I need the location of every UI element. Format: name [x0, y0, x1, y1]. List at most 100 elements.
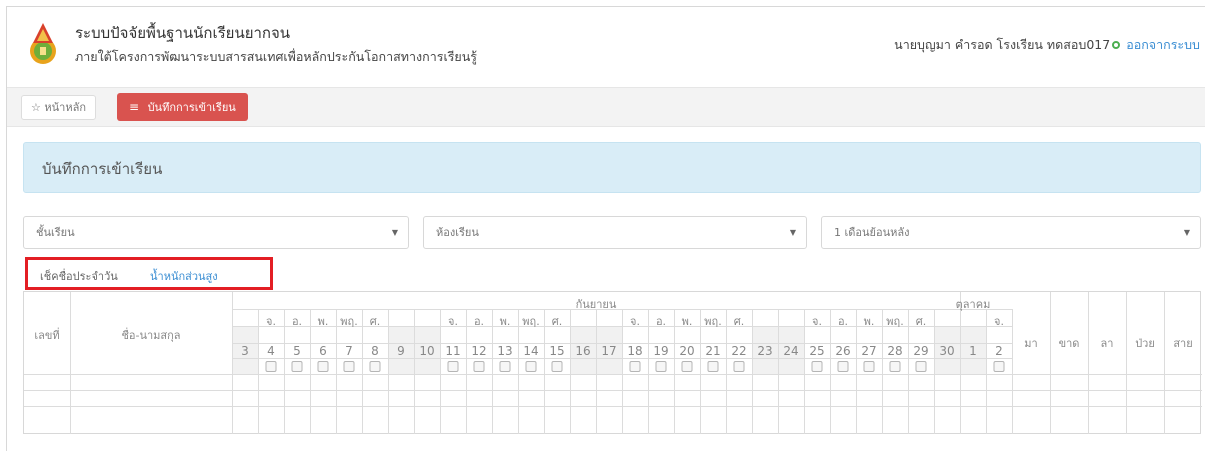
col-line: [310, 309, 311, 434]
nav-home-label: หน้าหลัก: [44, 101, 86, 114]
weekday-label: ศ.: [733, 315, 745, 328]
day-number: 12: [471, 344, 487, 358]
attendance-checkbox[interactable]: [915, 361, 927, 372]
col-line: [856, 309, 857, 434]
day-number: 19: [653, 344, 669, 358]
attendance-checkbox[interactable]: [265, 361, 277, 372]
day-number: 6: [319, 344, 327, 358]
attendance-checkbox[interactable]: [551, 361, 563, 372]
attendance-checkbox[interactable]: [291, 361, 303, 372]
attendance-checkbox[interactable]: [499, 361, 511, 372]
weekday-label: จ.: [448, 315, 458, 328]
attendance-checkbox[interactable]: [707, 361, 719, 372]
day-number: 2: [995, 344, 1003, 358]
room-select[interactable]: ห้องเรียน ▼: [423, 216, 807, 249]
attendance-checkbox[interactable]: [473, 361, 485, 372]
day-number: 25: [809, 344, 825, 358]
day-number: 4: [267, 344, 275, 358]
tab-daily-attendance[interactable]: เช็คชื่อประจำวัน: [40, 267, 118, 285]
weekday-label: อ.: [291, 315, 303, 328]
weekday-label: อ.: [655, 315, 667, 328]
day-number: 24: [783, 344, 799, 358]
weekday-label: พฤ.: [886, 315, 904, 328]
attendance-checkbox[interactable]: [837, 361, 849, 372]
attendance-checkbox[interactable]: [369, 361, 381, 372]
weekday-label: ศ.: [369, 315, 381, 328]
day-number: 3: [241, 344, 249, 358]
attendance-checkbox[interactable]: [681, 361, 693, 372]
col-line: [1126, 292, 1127, 434]
attendance-checkbox[interactable]: [447, 361, 459, 372]
logout-link[interactable]: ออกจากระบบ: [1126, 35, 1200, 55]
col-line: [908, 309, 909, 434]
weekday-label: พฤ.: [704, 315, 722, 328]
nav-attendance-label: บันทึกการเข้าเรียน: [147, 101, 236, 114]
column-header-name: ชื่อ-นามสกุล: [121, 329, 181, 342]
col-line: [544, 309, 545, 434]
col-line: [1164, 292, 1165, 434]
weekday-label: พ.: [681, 315, 693, 328]
col-line: [336, 309, 337, 434]
col-line: [596, 309, 597, 434]
summary-header: ขาด: [1058, 337, 1080, 350]
attendance-checkbox[interactable]: [811, 361, 823, 372]
tab-bar: เช็คชื่อประจำวัน น้ำหนักส่วนสูง: [25, 257, 273, 290]
nav-attendance-button[interactable]: ≡ บันทึกการเข้าเรียน: [117, 93, 248, 121]
summary-header: สาย: [1173, 337, 1193, 350]
summary-header: มา: [1024, 337, 1038, 350]
day-number: 15: [549, 344, 565, 358]
weekday-label: ศ.: [551, 315, 563, 328]
attendance-checkbox[interactable]: [525, 361, 537, 372]
day-number: 8: [371, 344, 379, 358]
nav-home-button[interactable]: ☆ หน้าหลัก: [21, 95, 96, 120]
day-number: 21: [705, 344, 721, 358]
school-crest-logo: [30, 23, 56, 64]
weekday-label: พ.: [499, 315, 511, 328]
attendance-checkbox[interactable]: [733, 361, 745, 372]
tab-weight-height[interactable]: น้ำหนักส่วนสูง: [150, 267, 218, 285]
day-number: 16: [575, 344, 591, 358]
day-number: 13: [497, 344, 513, 358]
attendance-checkbox[interactable]: [889, 361, 901, 372]
period-select-value: 1 เดือนย้อนหลัง: [834, 226, 910, 239]
attendance-checkbox[interactable]: [317, 361, 329, 372]
col-line: [622, 309, 623, 434]
weekday-label: พ.: [863, 315, 875, 328]
weekday-label: จ.: [994, 315, 1004, 328]
user-area: นายบุญมา คำรอด โรงเรียน ทดสอบ017 ออกจากร…: [894, 35, 1200, 55]
app-frame: ระบบปัจจัยพื้นฐานนักเรียนยากจน ภายใต้โคร…: [6, 6, 1205, 451]
col-line: [518, 309, 519, 434]
day-number: 18: [627, 344, 643, 358]
col-line: [674, 309, 675, 434]
day-number: 10: [419, 344, 435, 358]
row-line: [24, 406, 1202, 407]
day-number: 29: [913, 344, 929, 358]
weekday-label: อ.: [473, 315, 485, 328]
day-number: 5: [293, 344, 301, 358]
page-heading-panel: บันทึกการเข้าเรียน: [23, 142, 1201, 193]
col-line: [362, 309, 363, 434]
chevron-down-icon: ▼: [391, 228, 398, 237]
menu-icon: ≡: [129, 100, 140, 114]
weekday-label: พฤ.: [522, 315, 540, 328]
weekday-label: จ.: [266, 315, 276, 328]
period-select[interactable]: 1 เดือนย้อนหลัง ▼: [821, 216, 1201, 249]
attendance-checkbox[interactable]: [863, 361, 875, 372]
month-header-october: ตุลาคม: [955, 298, 991, 311]
day-number: 9: [397, 344, 405, 358]
day-number: 11: [445, 344, 461, 358]
attendance-checkbox[interactable]: [629, 361, 641, 372]
attendance-checkbox[interactable]: [343, 361, 355, 372]
day-number: 26: [835, 344, 851, 358]
col-line: [492, 309, 493, 434]
grade-select[interactable]: ชั้นเรียน ▼: [23, 216, 409, 249]
col-line: [986, 309, 987, 434]
day-number: 27: [861, 344, 877, 358]
attendance-checkbox[interactable]: [655, 361, 667, 372]
weekday-label: จ.: [630, 315, 640, 328]
user-info: นายบุญมา คำรอด โรงเรียน ทดสอบ017: [894, 37, 1111, 52]
col-line: [830, 309, 831, 434]
col-line: [700, 309, 701, 434]
attendance-checkbox[interactable]: [993, 361, 1005, 372]
col-line: [440, 309, 441, 434]
